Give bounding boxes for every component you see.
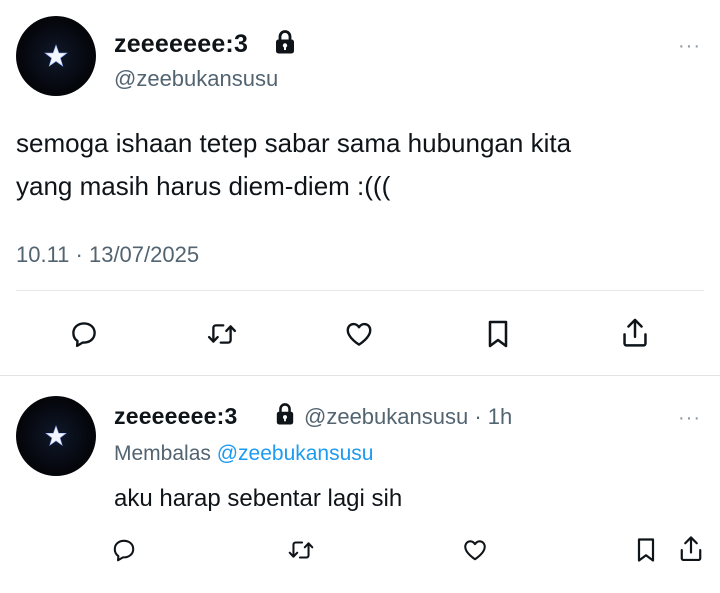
tweet-text-line-2: yang masih harus diem-diem :((( [16,171,391,201]
reply-icon [113,539,135,562]
share-icon [680,536,702,562]
reply-handle: @zeebukansusu · 1h [304,403,512,431]
lock-icon [276,30,294,54]
avatar[interactable] [16,16,96,96]
display-name[interactable]: zeeeeeee:3 [114,29,248,59]
retweet-button[interactable] [200,314,244,354]
reply-share-button[interactable] [674,532,708,566]
replying-to: Membalas @zeebukansusu [114,441,373,467]
star-avatar-icon [44,44,68,67]
section-divider [0,375,720,376]
time-separator: · [474,404,482,429]
bookmark-icon [637,538,655,562]
reply-reply-button[interactable] [108,534,140,566]
lock-icon [276,403,294,425]
reply-time[interactable]: 1h [488,404,512,429]
reply-avatar[interactable] [16,396,96,476]
user-handle[interactable]: @zeebukansusu [114,66,278,92]
reply-retweet-button[interactable] [284,534,318,566]
share-icon [623,318,647,347]
divider [16,290,704,291]
tweet-text-line-1: semoga ishaan tetep sabar sama hubungan … [16,128,572,158]
retweet-icon [288,541,314,559]
bookmark-button[interactable] [478,314,518,354]
reply-user-handle[interactable]: @zeebukansusu [304,404,468,429]
reply-display-name[interactable]: zeeeeeee:3 [114,402,238,430]
tweet-timestamp[interactable]: 10.11 · 13/07/2025 [16,242,199,268]
share-button[interactable] [614,312,656,354]
replying-handle-link[interactable]: @zeebukansusu [217,442,374,465]
like-button[interactable] [338,314,380,354]
star-avatar-icon [45,425,67,446]
reply-like-button[interactable] [458,534,492,566]
reply-bookmark-button[interactable] [630,533,662,567]
replying-prefix: Membalas [114,442,211,465]
retweet-icon [207,324,237,344]
more-icon[interactable]: ··· [678,36,701,56]
like-icon [346,322,372,346]
reply-icon [72,322,96,348]
reply-text: aku harap sebentar lagi sih [114,485,403,512]
reply-more-icon[interactable]: ··· [678,408,701,428]
bookmark-icon [488,320,508,348]
like-icon [464,540,486,561]
reply-button[interactable] [64,314,104,354]
